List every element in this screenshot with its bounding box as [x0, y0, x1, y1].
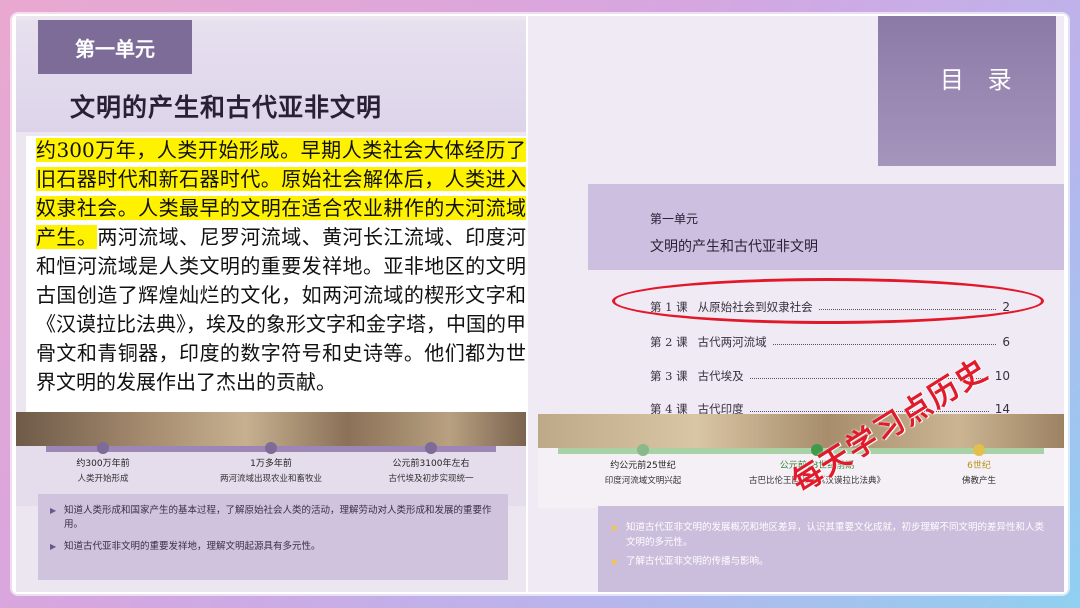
timeline-item: 约公元前25世纪 印度河流域文明兴起 — [568, 444, 718, 486]
timeline-date: 约300万年前 — [76, 459, 130, 469]
catalog-label: 目 录 — [940, 66, 1020, 94]
unit-intro-text: 约300万年，人类开始形成。早期人类社会大体经历了旧石器时代和新石器时代。原始社… — [26, 136, 526, 428]
toc-lesson-name: 古代埃及 — [697, 369, 744, 383]
unit-title: 文明的产生和古代亚非文明 — [70, 93, 383, 122]
goal-item: 了解古代亚非文明的传播与影响。 — [612, 554, 1050, 569]
right-catalog-page: 目 录 第一单元 文明的产生和古代亚非文明 第 1 课 从原始社会到奴隶社会 2… — [528, 16, 1064, 592]
ruins-photo-strip — [538, 414, 1064, 448]
toc-leader-dots — [772, 343, 997, 345]
learning-goals-box: 知道古代亚非文明的发展概况和地区差异，认识其重要文化成就，初步理解不同文明的差异… — [598, 506, 1064, 592]
timeline-dot — [637, 444, 649, 456]
timeline-event: 佛教产生 — [961, 476, 996, 486]
timeline-date: 6世纪 — [967, 461, 991, 471]
timeline-date: 公元前3100年左右 — [392, 459, 470, 469]
timeline-event: 古代埃及初步实现统一 — [388, 474, 474, 484]
unit-label-tab: 第一单元 — [38, 20, 192, 74]
timeline-item: 约300万年前 人类开始形成 — [28, 442, 178, 484]
timeline-item: 6世纪 佛教产生 — [904, 444, 1054, 486]
timeline-item: 1万多年前 两河流域出现农业和畜牧业 — [196, 442, 346, 484]
timeline-item: 公元前3100年左右 古代埃及初步实现统一 — [356, 442, 506, 484]
intro-rest-text: 两河流域、尼罗河流域、黄河长江流域、印度河和恒河流域是人类文明的重要发祥地。亚非… — [36, 225, 526, 394]
timeline-date: 约公元前25世纪 — [610, 461, 676, 471]
toc-unit-title: 文明的产生和古代亚非文明 — [650, 239, 818, 255]
toc-row[interactable]: 第 2 课 古代两河流域 6 — [650, 334, 1010, 350]
toc-unit-label: 第一单元 — [650, 212, 699, 226]
timeline-dot — [973, 444, 985, 456]
timeline-event: 两河流域出现农业和畜牧业 — [219, 474, 322, 484]
timeline-date: 1万多年前 — [250, 459, 292, 469]
toc-lesson-number: 第 2 课 — [650, 335, 688, 349]
timeline-event: 人类开始形成 — [77, 474, 129, 484]
slide-frame: 第一单元 文明的产生和古代亚非文明 约300万年，人类开始形成。早期人类社会大体… — [12, 14, 1068, 594]
goal-item: 知道人类形成和国家产生的基本过程，了解原始社会人类的活动，理解劳动对人类形成和发… — [50, 504, 494, 532]
left-textbook-page: 第一单元 文明的产生和古代亚非文明 约300万年，人类开始形成。早期人类社会大体… — [16, 16, 526, 592]
archaeology-photo-strip — [16, 412, 526, 446]
goal-item: 知道古代亚非文明的重要发祥地，理解文明起源具有多元性。 — [50, 540, 494, 554]
toc-lesson-number: 第 3 课 — [650, 369, 688, 383]
toc-lesson-name: 古代两河流域 — [697, 335, 767, 349]
toc-page-number: 6 — [1002, 335, 1010, 349]
goal-item: 知道古代亚非文明的发展概况和地区差异，认识其重要文化成就，初步理解不同文明的差异… — [612, 520, 1050, 550]
timeline-dot — [265, 442, 277, 454]
toc-unit-band — [588, 184, 1064, 270]
learning-goals-box: 知道人类形成和国家产生的基本过程，了解原始社会人类的活动，理解劳动对人类形成和发… — [38, 494, 508, 580]
timeline-dot — [425, 442, 437, 454]
red-circle-annotation — [612, 278, 1044, 324]
timeline-event: 印度河流域文明兴起 — [604, 476, 682, 486]
catalog-tab: 目 录 — [878, 16, 1056, 166]
timeline-dot — [97, 442, 109, 454]
toc-page-number: 10 — [994, 369, 1010, 383]
